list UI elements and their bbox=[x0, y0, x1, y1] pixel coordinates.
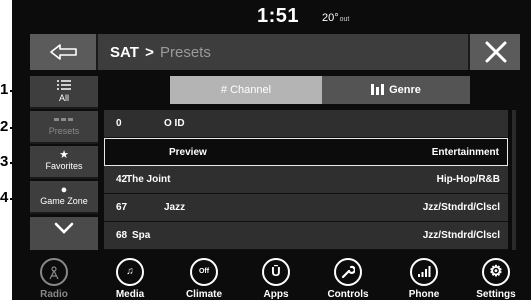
nav-apps[interactable]: Ū Apps bbox=[240, 256, 312, 300]
music-note-icon: ♫ bbox=[116, 258, 144, 286]
list-scrollbar[interactable] bbox=[512, 110, 516, 250]
nav-climate[interactable]: Off Climate bbox=[168, 256, 240, 300]
callout-4: 4 bbox=[0, 189, 9, 206]
nav-media-label: Media bbox=[115, 289, 145, 300]
game-zone-button[interactable]: ● Game Zone bbox=[30, 181, 98, 214]
chevron-down-icon bbox=[54, 222, 74, 234]
channel-genre: Hip-Hop/R&B bbox=[436, 174, 500, 185]
status-bar: 1:51 20°out bbox=[12, 0, 531, 34]
back-button[interactable] bbox=[30, 34, 98, 70]
list-item[interactable]: 42 The Joint Hip-Hop/R&B bbox=[104, 166, 508, 194]
phone-signal-icon bbox=[410, 258, 438, 286]
nav-phone[interactable]: Phone bbox=[388, 256, 460, 300]
nav-controls[interactable]: Controls bbox=[312, 256, 384, 300]
game-zone-button-label: Game Zone bbox=[40, 196, 88, 206]
nav-media[interactable]: ♫ Media bbox=[94, 256, 166, 300]
gear-icon: ⚙ bbox=[482, 258, 510, 286]
favorites-button-label: Favorites bbox=[45, 161, 83, 171]
channel-name: The Joint bbox=[126, 174, 171, 185]
callout-2: 2 bbox=[0, 118, 9, 135]
temperature-unit: out bbox=[339, 16, 350, 23]
channel-genre: Jzz/Stndrd/Clscl bbox=[422, 230, 500, 241]
tab-genre-label: Genre bbox=[389, 84, 421, 96]
channel-name: Preview bbox=[169, 147, 207, 158]
breadcrumb-section: SAT bbox=[110, 44, 139, 61]
callout-1: 1 bbox=[0, 81, 9, 98]
infotainment-screen: 1:51 20°out SAT > Presets All Presets ★ … bbox=[12, 0, 531, 300]
channel-name: O ID bbox=[164, 118, 185, 129]
nav-radio-label: Radio bbox=[40, 289, 68, 300]
favorites-button[interactable]: ★ Favorites bbox=[30, 146, 98, 179]
breadcrumb: SAT > Presets bbox=[110, 44, 211, 61]
scroll-down-button[interactable] bbox=[30, 217, 98, 250]
clock: 1:51 bbox=[257, 5, 300, 27]
close-button[interactable] bbox=[468, 34, 520, 70]
nav-phone-label: Phone bbox=[408, 289, 440, 300]
channel-number: 67 bbox=[116, 202, 128, 213]
presets-icon bbox=[30, 115, 98, 126]
tab-channel[interactable]: # Channel bbox=[170, 76, 322, 104]
channel-number: 0 bbox=[116, 118, 122, 129]
genre-icon bbox=[371, 84, 385, 95]
channel-genre: Jzz/Stndrd/Clscl bbox=[422, 202, 500, 213]
all-button[interactable]: All bbox=[30, 76, 98, 109]
nav-apps-label: Apps bbox=[263, 289, 289, 300]
all-button-label: All bbox=[58, 93, 69, 103]
list-item[interactable]: 0 O ID bbox=[104, 110, 508, 138]
apps-icon: Ū bbox=[262, 258, 290, 286]
page-title: Presets bbox=[160, 44, 211, 61]
breadcrumb-separator: > bbox=[145, 44, 154, 61]
header-bar: SAT > Presets bbox=[30, 34, 520, 70]
preset-list: 0 O ID Preview Entertainment 42 The Join… bbox=[104, 110, 508, 250]
star-icon: ★ bbox=[59, 149, 69, 161]
nav-settings-label: Settings bbox=[476, 289, 516, 300]
list-icon bbox=[30, 80, 98, 93]
nav-radio[interactable]: Radio bbox=[18, 256, 90, 300]
game-zone-icon: ● bbox=[60, 184, 68, 196]
outside-temperature: 20°out bbox=[322, 12, 349, 24]
nav-settings[interactable]: ⚙ Settings bbox=[460, 256, 531, 300]
nav-controls-label: Controls bbox=[327, 289, 369, 300]
list-item[interactable]: 67 Jazz Jzz/Stndrd/Clscl bbox=[104, 194, 508, 222]
channel-name: Spa bbox=[132, 230, 151, 241]
list-item[interactable]: 68 Spa Jzz/Stndrd/Clscl bbox=[104, 222, 508, 250]
radio-icon bbox=[40, 258, 68, 286]
back-arrow-icon bbox=[50, 44, 77, 60]
channel-number: 68 bbox=[116, 230, 128, 241]
channel-name: Jazz bbox=[164, 202, 186, 213]
presets-button[interactable]: Presets bbox=[30, 111, 98, 144]
presets-button-label: Presets bbox=[48, 126, 80, 136]
wrench-icon bbox=[334, 258, 362, 286]
channel-genre: Entertainment bbox=[431, 147, 499, 158]
temperature-value: 20° bbox=[322, 12, 339, 24]
list-item-selected[interactable]: Preview Entertainment bbox=[104, 138, 508, 166]
nav-climate-label: Climate bbox=[185, 289, 223, 300]
bottom-nav: Radio ♫ Media Off Climate Ū Apps Control… bbox=[12, 256, 531, 300]
climate-off-icon: Off bbox=[190, 258, 218, 286]
tab-genre[interactable]: Genre bbox=[322, 76, 470, 104]
callout-3: 3 bbox=[0, 153, 9, 170]
close-icon bbox=[485, 41, 507, 63]
